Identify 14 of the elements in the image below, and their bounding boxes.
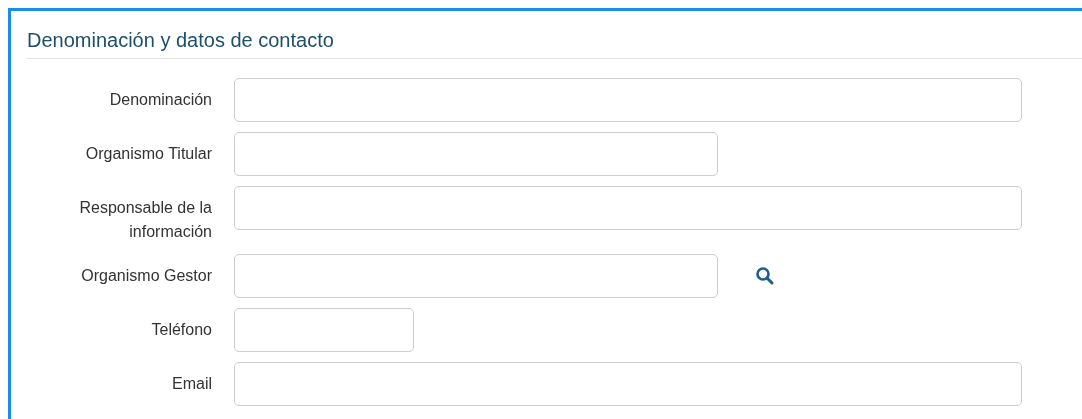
input-field[interactable] xyxy=(234,254,718,298)
input-field[interactable] xyxy=(234,308,414,352)
input-field[interactable] xyxy=(234,362,1022,406)
section-title: Denominación y datos de contacto xyxy=(27,28,1082,59)
input-field[interactable] xyxy=(234,132,718,176)
field-label: Teléfono xyxy=(150,320,212,340)
field-label: Email xyxy=(171,374,212,394)
input-field[interactable] xyxy=(234,78,1022,122)
search-button[interactable] xyxy=(755,266,775,286)
field-label: Organismo Titular xyxy=(84,144,212,164)
field-label: Denominación xyxy=(108,90,212,110)
input-field[interactable] xyxy=(234,186,1022,230)
field-label: Responsable de la información xyxy=(78,198,212,242)
field-label: Organismo Gestor xyxy=(80,266,212,286)
